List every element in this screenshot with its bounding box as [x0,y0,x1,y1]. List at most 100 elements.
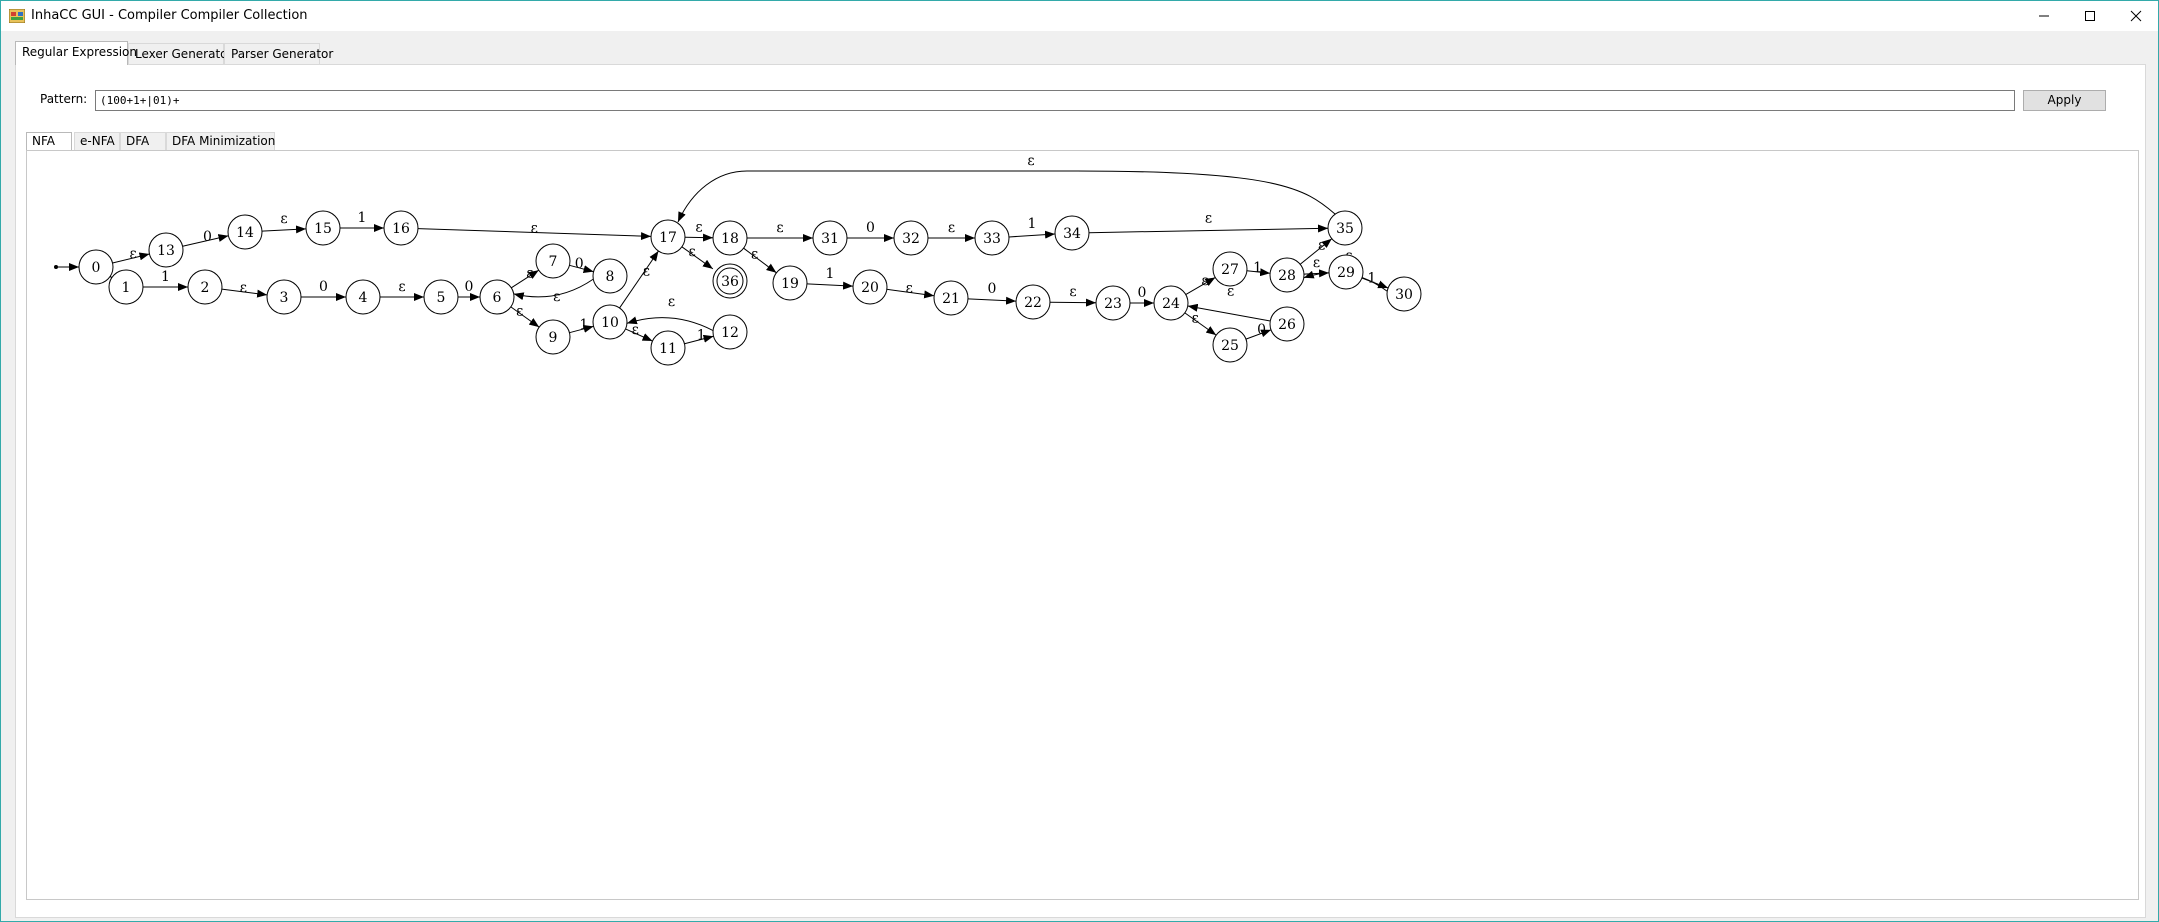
state-19: 19 [772,265,808,301]
transition-label: 1 [579,317,588,333]
state-14: 14 [227,214,263,250]
state-22: 22 [1015,284,1051,320]
transition-label: 0 [203,229,212,245]
state-label: 20 [861,280,879,296]
state-23: 23 [1095,285,1131,321]
transition-15-16: 1 [340,210,384,232]
state-30: 30 [1386,276,1422,312]
state-4: 4 [345,279,381,315]
tab-dfa[interactable]: DFA [120,132,166,150]
transition-18-31: ε [747,220,813,242]
minimize-button[interactable] [2021,1,2067,31]
transition-label: ε [776,220,783,236]
state-label: 0 [92,260,101,276]
state-8: 8 [592,258,628,294]
pattern-label: Pattern: [40,92,88,106]
tab-regular-expression[interactable]: Regular Expression [15,41,137,65]
state-label: 33 [983,231,1001,247]
tab-lexer-generator[interactable]: Lexer Generator [128,43,232,65]
transition-label: 1 [358,210,367,226]
transition-label: ε [240,280,247,296]
transition-label: 0 [988,281,997,297]
state-label: 13 [157,243,175,259]
state-1: 1 [108,269,144,305]
transition-label: ε [526,266,533,282]
state-label: 22 [1024,295,1042,311]
transition-edge [743,247,777,274]
transition-edge [1008,230,1056,239]
transition-11-12: 1 [684,328,714,345]
transition-edge [511,269,539,289]
transition-edge [261,225,307,234]
transition-label: 1 [1028,216,1037,232]
state-label: 10 [601,315,619,331]
transition-label: ε [531,220,538,236]
state-label: 31 [821,231,839,247]
state-0: 0 [78,249,114,285]
state-6: 6 [479,279,515,315]
state-label: 15 [314,221,332,237]
state-label: 4 [359,290,368,306]
transition-2-3: ε [221,280,268,298]
transition-label: ε [689,244,696,260]
transition-18-19: ε [743,247,777,274]
title-bar: InhaCC GUI - Compiler Compiler Collectio… [1,1,2158,31]
minimize-icon [2039,15,2049,17]
state-12: 12 [712,314,748,350]
transition-label: ε [1205,210,1212,226]
state-32: 32 [893,220,929,256]
apply-button[interactable]: Apply [2023,90,2106,111]
state-2: 2 [187,269,223,305]
state-20: 20 [852,269,888,305]
state-5: 5 [423,279,459,315]
transition-20-21: ε [886,280,935,299]
tab-e-nfa[interactable]: e-NFA [74,132,120,150]
state-35: 35 [1327,210,1363,246]
pattern-input[interactable]: (100+1+|01)+ [95,90,2015,111]
state-13: 13 [148,232,184,268]
close-button[interactable] [2113,1,2159,31]
state-label: 24 [1162,296,1180,312]
transition-26-24: ε [1187,284,1271,322]
state-label: 28 [1278,268,1296,284]
state-label: 36 [721,274,739,290]
tab-dfa-minimization[interactable]: DFA Minimization [166,132,275,150]
state-label: 8 [606,269,615,285]
transition-label: ε [643,264,650,280]
transition-label: 0 [866,220,875,236]
state-label: 9 [549,330,558,346]
state-7: 7 [535,243,571,279]
transition-17-36: ε [681,244,714,270]
transition-edge [1187,303,1271,322]
transition-label: ε [553,289,560,305]
maximize-icon [2085,11,2095,21]
state-3: 3 [266,279,302,315]
transition-edge [681,246,714,270]
tab-nfa[interactable]: NFA [26,132,72,150]
state-25: 25 [1212,327,1248,363]
transition-10-11: ε [625,322,653,342]
transition-21-22: 0 [967,281,1017,305]
transition-edge [1184,312,1217,336]
app-window: InhaCC GUI - Compiler Compiler Collectio… [0,0,2159,922]
transition-label: 1 [697,328,706,344]
app-icon [9,9,25,23]
state-label: 11 [659,341,677,357]
transition-label: 1 [161,269,170,285]
state-label: 16 [392,221,410,237]
tab-parser-generator[interactable]: Parser Generator [224,43,333,65]
state-label: 7 [549,254,558,270]
transition-label: 0 [1257,322,1266,338]
state-10: 10 [592,304,628,340]
state-34: 34 [1054,215,1090,251]
transition-22-23: ε [1049,284,1097,307]
maximize-button[interactable] [2067,1,2113,31]
state-label: 23 [1104,296,1122,312]
transition-label: ε [1027,153,1034,169]
state-label: 25 [1221,338,1239,354]
state-label: 3 [280,290,289,306]
transition-label: ε [751,247,758,263]
state-label: 5 [437,290,446,306]
nfa-graph-view[interactable]: εε0ε1ε1ε0ε0ε0εε1ε1εεεεε0ε1εε1ε0ε0ε1ε0εε1… [26,150,2139,900]
state-label: 30 [1395,287,1413,303]
